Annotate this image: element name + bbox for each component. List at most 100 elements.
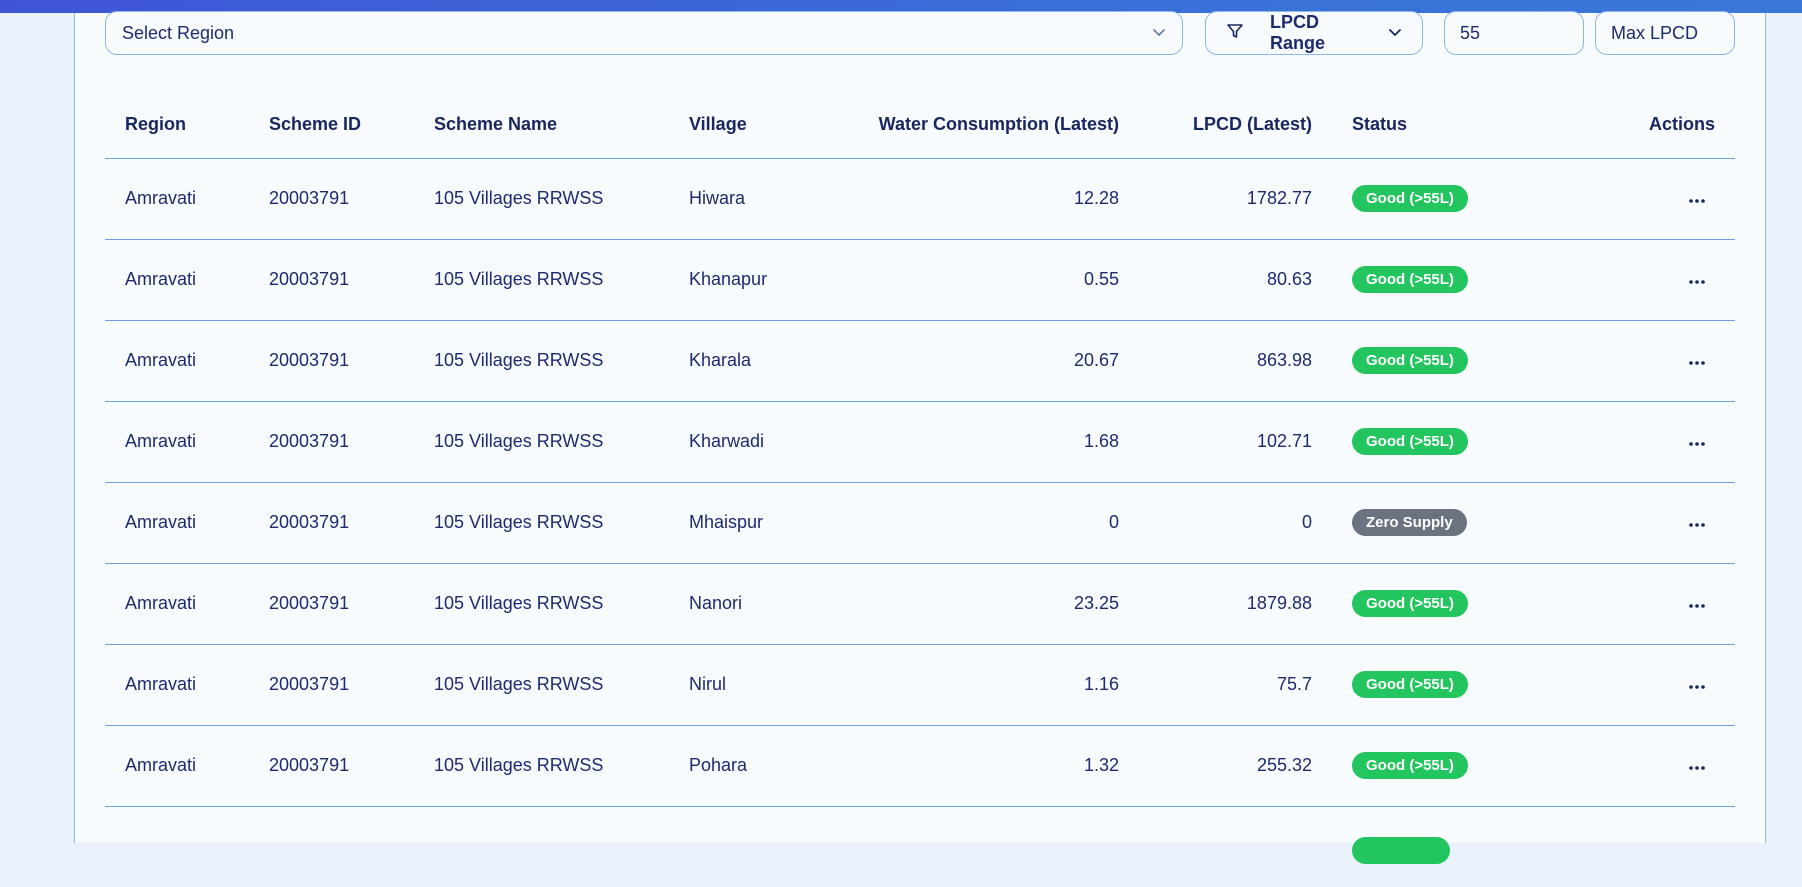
region-select-value: Select Region: [122, 22, 235, 43]
cell-status: Good (>55L): [1332, 725, 1580, 807]
cell-lpcd: 102.71: [1139, 401, 1332, 483]
cell-scheme-name: 105 Villages RRWSS: [414, 563, 669, 645]
cell-status: Good (>55L): [1332, 320, 1580, 402]
table-row[interactable]: Amravati 20003791 105 Villages RRWSS Kharwa…: [105, 401, 1735, 483]
min-lpcd-input[interactable]: [1444, 11, 1584, 55]
filter-icon: [1226, 22, 1244, 45]
column-header-water-consumption[interactable]: Water Consumption (Latest): [829, 91, 1139, 159]
column-header-scheme-id[interactable]: Scheme ID: [249, 91, 414, 159]
status-badge: Good (>55L): [1352, 671, 1468, 698]
cell-village: Mhaispur: [669, 482, 829, 564]
cell-region: Amravati: [105, 482, 249, 564]
cell-village: Nirul: [669, 644, 829, 726]
cell-lpcd: 863.98: [1139, 320, 1332, 402]
cell-region: Amravati: [105, 644, 249, 726]
cell-empty: [249, 806, 414, 887]
cell-actions: [1580, 563, 1735, 645]
cell-region: Amravati: [105, 725, 249, 807]
cell-lpcd: 255.32: [1139, 725, 1332, 807]
region-select[interactable]: Select Region: [105, 11, 1183, 55]
cell-actions: [1580, 725, 1735, 807]
cell-village: Nanori: [669, 563, 829, 645]
cell-status: Good (>55L): [1332, 401, 1580, 483]
more-horizontal-icon[interactable]: [1688, 188, 1706, 209]
cell-water-consumption: 20.67: [829, 320, 1139, 402]
lpcd-range-button[interactable]: LPCD Range: [1205, 11, 1423, 55]
cell-scheme-id: 20003791: [249, 725, 414, 807]
column-header-scheme-name[interactable]: Scheme Name: [414, 91, 669, 159]
cell-region: Amravati: [105, 563, 249, 645]
cell-lpcd: 80.63: [1139, 239, 1332, 321]
cell-actions: [1580, 320, 1735, 402]
cell-actions: [1580, 644, 1735, 726]
cell-scheme-name: 105 Villages RRWSS: [414, 644, 669, 726]
cell-actions: [1580, 401, 1735, 483]
cell-empty: [669, 806, 829, 887]
cell-status: Good (>55L): [1332, 158, 1580, 240]
main-panel: Select Region LPCD Range Region Scheme I…: [74, 11, 1766, 864]
cell-scheme-id: 20003791: [249, 239, 414, 321]
column-header-actions: Actions: [1580, 91, 1735, 159]
cell-empty: [414, 806, 669, 887]
table-row[interactable]: Amravati 20003791 105 Villages RRWSS Nanori…: [105, 563, 1735, 645]
table-row[interactable]: Amravati 20003791 105 Villages RRWSS Khanap…: [105, 239, 1735, 321]
status-badge: Good (>55L): [1352, 347, 1468, 374]
table-row[interactable]: Amravati 20003791 105 Villages RRWSS Pohara…: [105, 725, 1735, 807]
cell-empty: [1139, 806, 1332, 887]
table-row-partial: [105, 806, 1735, 887]
cell-lpcd: 0: [1139, 482, 1332, 564]
column-header-lpcd[interactable]: LPCD (Latest): [1139, 91, 1332, 159]
cell-scheme-name: 105 Villages RRWSS: [414, 320, 669, 402]
cell-scheme-id: 20003791: [249, 158, 414, 240]
status-badge: Good (>55L): [1352, 590, 1468, 617]
cell-empty: [1580, 806, 1735, 887]
more-horizontal-icon[interactable]: [1688, 431, 1706, 452]
schemes-table: Region Scheme ID Scheme Name Village Wat…: [105, 91, 1735, 887]
cell-scheme-name: 105 Villages RRWSS: [414, 482, 669, 564]
cell-region: Amravati: [105, 239, 249, 321]
status-badge: Good (>55L): [1352, 185, 1468, 212]
more-horizontal-icon[interactable]: [1688, 755, 1706, 776]
cell-lpcd: 1782.77: [1139, 158, 1332, 240]
cell-water-consumption: 23.25: [829, 563, 1139, 645]
chevron-down-icon: [1152, 23, 1166, 44]
cell-scheme-id: 20003791: [249, 644, 414, 726]
cell-actions: [1580, 482, 1735, 564]
status-badge: Good (>55L): [1352, 266, 1468, 293]
table-row[interactable]: Amravati 20003791 105 Villages RRWSS Nirul 1…: [105, 644, 1735, 726]
cell-scheme-id: 20003791: [249, 401, 414, 483]
more-horizontal-icon[interactable]: [1688, 674, 1706, 695]
lpcd-range-label: LPCD Range: [1270, 12, 1326, 53]
table-row[interactable]: Amravati 20003791 105 Villages RRWSS Hiwara…: [105, 158, 1735, 240]
cell-lpcd: 75.7: [1139, 644, 1332, 726]
cell-status: Good (>55L): [1332, 563, 1580, 645]
more-horizontal-icon[interactable]: [1688, 512, 1706, 533]
cell-water-consumption: 0: [829, 482, 1139, 564]
column-header-status[interactable]: Status: [1332, 91, 1580, 159]
cell-region: Amravati: [105, 320, 249, 402]
more-horizontal-icon[interactable]: [1688, 269, 1706, 290]
table-row[interactable]: Amravati 20003791 105 Villages RRWSS Kharal…: [105, 320, 1735, 402]
cell-water-consumption: 1.32: [829, 725, 1139, 807]
cell-scheme-id: 20003791: [249, 482, 414, 564]
more-horizontal-icon[interactable]: [1688, 350, 1706, 371]
cell-water-consumption: 1.68: [829, 401, 1139, 483]
column-header-village[interactable]: Village: [669, 91, 829, 159]
table-header-row: Region Scheme ID Scheme Name Village Wat…: [105, 91, 1735, 159]
cell-village: Kharala: [669, 320, 829, 402]
status-badge: [1352, 836, 1450, 864]
cell-empty: [1332, 806, 1580, 887]
cell-scheme-name: 105 Villages RRWSS: [414, 725, 669, 807]
cell-status: Good (>55L): [1332, 644, 1580, 726]
status-badge: Good (>55L): [1352, 428, 1468, 455]
cell-empty: [105, 806, 249, 887]
cell-water-consumption: 0.55: [829, 239, 1139, 321]
column-header-region[interactable]: Region: [105, 91, 249, 159]
table-row[interactable]: Amravati 20003791 105 Villages RRWSS Mhaisp…: [105, 482, 1735, 564]
more-horizontal-icon[interactable]: [1688, 593, 1706, 614]
cell-status: Good (>55L): [1332, 239, 1580, 321]
cell-water-consumption: 12.28: [829, 158, 1139, 240]
status-badge: Zero Supply: [1352, 509, 1467, 536]
max-lpcd-input[interactable]: [1595, 11, 1735, 55]
cell-status: Zero Supply: [1332, 482, 1580, 564]
